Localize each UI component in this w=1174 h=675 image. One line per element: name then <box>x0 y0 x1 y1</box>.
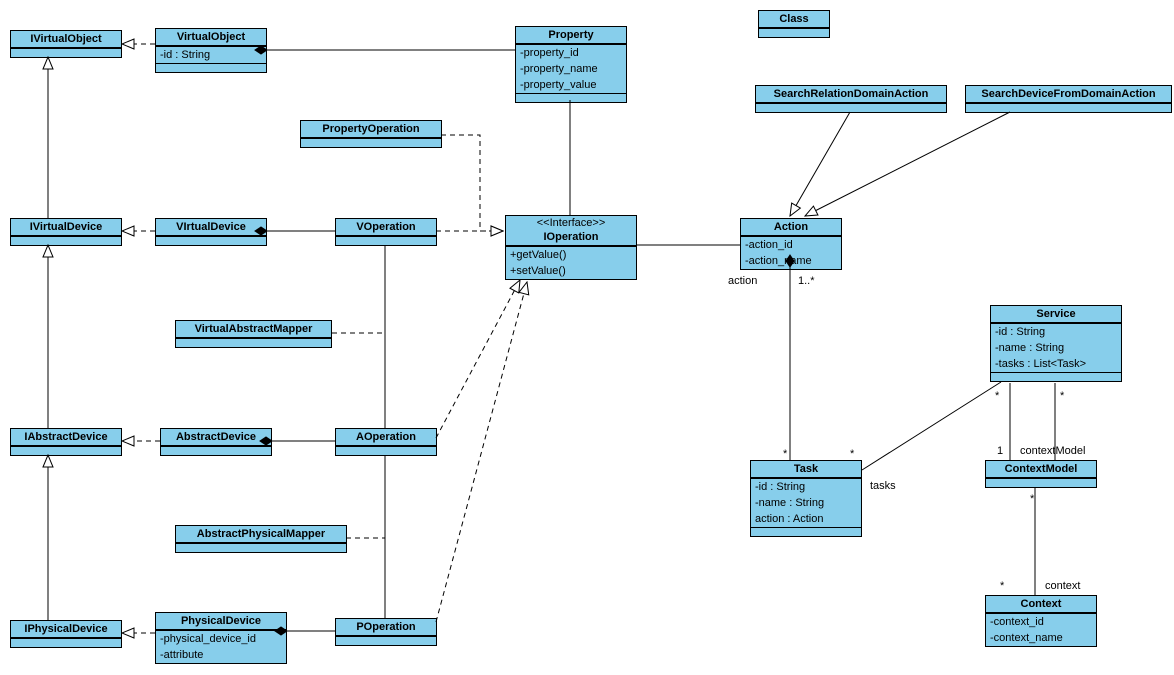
class-title: Action <box>741 219 841 236</box>
assoc-mult: * <box>995 390 999 402</box>
class-ContextModel[interactable]: ContextModel <box>985 460 1097 488</box>
class-attr: -attribute <box>156 647 286 663</box>
class-Service[interactable]: Service-id : String-name : String-tasks … <box>990 305 1122 382</box>
class-attr: -context_id <box>986 614 1096 630</box>
class-title: Property <box>516 27 626 44</box>
class-title: AbstractDevice <box>161 429 271 446</box>
class-title: SearchDeviceFromDomainAction <box>966 86 1171 103</box>
class-title: IVirtualObject <box>11 31 121 48</box>
class-SearchDeviceFromDomainAction[interactable]: SearchDeviceFromDomainAction <box>965 85 1172 113</box>
class-attr: -id : String <box>751 479 861 495</box>
assoc-label-tasks: tasks <box>870 480 896 492</box>
class-Action[interactable]: Action-action_id-action_name <box>740 218 842 270</box>
class-attr: -name : String <box>751 495 861 511</box>
class-attr: -tasks : List<Task> <box>991 356 1121 372</box>
class-title: VirtualAbstractMapper <box>176 321 331 338</box>
class-title: VirtualObject <box>156 29 266 46</box>
class-title: POperation <box>336 619 436 636</box>
assoc-mult: * <box>783 448 787 460</box>
assoc-mult: 1 <box>997 445 1003 457</box>
class-VOperation[interactable]: VOperation <box>335 218 437 246</box>
class-stereotype: <<Interface>> <box>506 216 636 229</box>
class-IOperation[interactable]: <<Interface>>IOperation+getValue()+setVa… <box>505 215 637 280</box>
class-title: Task <box>751 461 861 478</box>
class-Property[interactable]: Property-property_id-property_name-prope… <box>515 26 627 103</box>
class-attr: -action_id <box>741 237 841 253</box>
class-attr: -context_name <box>986 630 1096 646</box>
class-VirtualObject[interactable]: VirtualObject-id : String <box>155 28 267 73</box>
class-attr: -name : String <box>991 340 1121 356</box>
class-AOperation[interactable]: AOperation <box>335 428 437 456</box>
class-title: VIrtualDevice <box>156 219 266 236</box>
class-PhysicalDevice[interactable]: PhysicalDevice-physical_device_id-attrib… <box>155 612 287 664</box>
class-Class[interactable]: Class <box>758 10 830 38</box>
class-op: +getValue() <box>506 247 636 263</box>
class-title: IVirtualDevice <box>11 219 121 236</box>
class-title: IAbstractDevice <box>11 429 121 446</box>
class-title: ContextModel <box>986 461 1096 478</box>
class-attr: -property_name <box>516 61 626 77</box>
assoc-mult: 1..* <box>798 275 815 287</box>
class-AbstractDevice[interactable]: AbstractDevice <box>160 428 272 456</box>
class-title: AbstractPhysicalMapper <box>176 526 346 543</box>
class-Task[interactable]: Task-id : String-name : Stringaction : A… <box>750 460 862 537</box>
class-PropertyOperation[interactable]: PropertyOperation <box>300 120 442 148</box>
class-IPhysicalDevice[interactable]: IPhysicalDevice <box>10 620 122 648</box>
class-attr: -physical_device_id <box>156 631 286 647</box>
assoc-mult: * <box>1060 390 1064 402</box>
assoc-label-context: context <box>1045 580 1080 592</box>
class-attr: -action_name <box>741 253 841 269</box>
class-attr: -id : String <box>991 324 1121 340</box>
assoc-label-contextModel: contextModel <box>1020 445 1085 457</box>
class-attr: action : Action <box>751 511 861 527</box>
class-IVirtualDevice[interactable]: IVirtualDevice <box>10 218 122 246</box>
class-title: PropertyOperation <box>301 121 441 138</box>
class-SearchRelationDomainAction[interactable]: SearchRelationDomainAction <box>755 85 947 113</box>
class-title: Context <box>986 596 1096 613</box>
class-title: AOperation <box>336 429 436 446</box>
class-Context[interactable]: Context-context_id-context_name <box>985 595 1097 647</box>
class-IAbstractDevice[interactable]: IAbstractDevice <box>10 428 122 456</box>
class-POperation[interactable]: POperation <box>335 618 437 646</box>
assoc-mult: * <box>1000 580 1004 592</box>
class-title: Class <box>759 11 829 28</box>
class-op: +setValue() <box>506 263 636 279</box>
assoc-mult: * <box>1030 493 1034 505</box>
class-attr: -property_value <box>516 77 626 93</box>
assoc-label-action: action <box>728 275 757 287</box>
class-title: IOperation <box>506 229 636 246</box>
class-AbstractPhysicalMapper[interactable]: AbstractPhysicalMapper <box>175 525 347 553</box>
class-title: IPhysicalDevice <box>11 621 121 638</box>
class-title: Service <box>991 306 1121 323</box>
class-title: VOperation <box>336 219 436 236</box>
class-title: SearchRelationDomainAction <box>756 86 946 103</box>
class-title: PhysicalDevice <box>156 613 286 630</box>
class-attr: -id : String <box>156 46 266 63</box>
class-VIrtualDevice[interactable]: VIrtualDevice <box>155 218 267 246</box>
class-IVirtualObject[interactable]: IVirtualObject <box>10 30 122 58</box>
class-VirtualAbstractMapper[interactable]: VirtualAbstractMapper <box>175 320 332 348</box>
class-attr: -property_id <box>516 45 626 61</box>
assoc-mult: * <box>850 448 854 460</box>
